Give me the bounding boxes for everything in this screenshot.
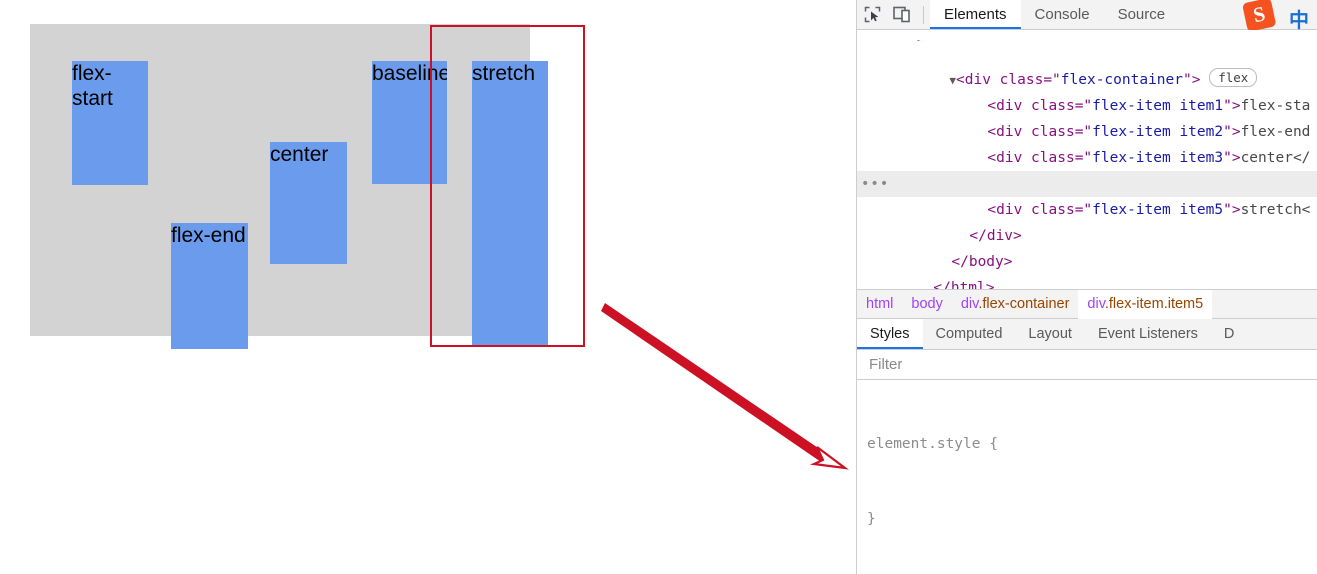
filter-input[interactable] <box>867 355 1276 374</box>
css-rules-list: element.style { } .item5 { align-self: s… <box>857 380 1317 574</box>
breadcrumb-tag: div <box>1087 295 1105 312</box>
dom-line-item5-selected[interactable]: ••• <div class="flex-item item5">stretch< <box>857 171 1317 218</box>
dom-line-flex-container[interactable]: ▼<div class="flex-container"> flex <box>857 41 1317 88</box>
annotation-rectangle <box>430 25 585 347</box>
inspect-cursor-icon[interactable] <box>857 1 887 29</box>
tab-console[interactable]: Console <box>1021 0 1104 29</box>
tab-layout[interactable]: Layout <box>1015 319 1085 349</box>
dom-line-item1[interactable]: <div class="flex-item item1">flex-sta <box>857 67 1317 114</box>
tab-event-listeners[interactable]: Event Listeners <box>1085 319 1211 349</box>
styles-pane-tabs: Styles Computed Layout Event Listeners D <box>857 319 1317 350</box>
breadcrumb-item-body[interactable]: body <box>902 290 951 319</box>
dom-line-close-div[interactable]: </div> <box>857 197 1317 244</box>
breadcrumb-tag: div <box>960 295 979 312</box>
breadcrumb-tag: html <box>866 295 894 312</box>
breadcrumb: html body div.flex-container div.flex-it… <box>857 289 1317 319</box>
breadcrumb-item-html[interactable]: html <box>857 290 902 319</box>
css-rule-selector[interactable]: element.style { <box>867 432 1317 457</box>
css-rule-element-style[interactable]: element.style { } <box>857 382 1317 574</box>
dom-line-close-body[interactable]: </body> <box>857 223 1317 270</box>
css-rule-close: } <box>867 511 876 527</box>
dom-line-close-html[interactable]: </html> <box>857 249 1317 289</box>
tab-styles[interactable]: Styles <box>857 319 923 349</box>
tab-computed[interactable]: Computed <box>923 319 1016 349</box>
breadcrumb-item-flex-container[interactable]: div.flex-container <box>952 290 1079 319</box>
tab-dom-breakpoints[interactable]: D <box>1211 319 1247 349</box>
ime-mode-glyph[interactable]: 中 <box>1289 4 1309 33</box>
flex-item-flex-start: flex-start <box>72 61 148 185</box>
flex-item-center: center <box>270 142 347 264</box>
styles-filter-bar <box>857 350 1317 380</box>
tab-elements[interactable]: Elements <box>930 0 1021 29</box>
dom-line-partial: > <box>857 31 1317 41</box>
tab-sources[interactable]: Source <box>1104 0 1180 29</box>
breadcrumb-tag: body <box>911 295 943 312</box>
dom-line-item2[interactable]: <div class="flex-item item2">flex-end <box>857 93 1317 140</box>
device-toolbar-icon[interactable] <box>887 1 917 29</box>
ime-logo-letter: S <box>1250 1 1268 28</box>
flex-item-flex-end: flex-end <box>171 223 248 349</box>
breadcrumb-item-item5[interactable]: div.flex-item.item5 <box>1078 289 1213 319</box>
dom-line-item4[interactable]: <div class="flex-item item4">baseline <box>857 145 1317 192</box>
toolbar-divider <box>923 5 924 24</box>
devtools-panel: Elements Console Source S 中 > ▼<div clas… <box>856 0 1317 574</box>
breadcrumb-class: .flex-item.item5 <box>1104 295 1204 312</box>
rendered-page-pane: flex-start flex-end center baseline stre… <box>0 0 856 574</box>
node-more-options-icon[interactable]: ••• <box>861 171 889 197</box>
dom-close-tag: </html> <box>933 280 995 289</box>
dom-tree[interactable]: > ▼<div class="flex-container"> flex <di… <box>857 30 1317 289</box>
annotation-arrow-icon <box>601 303 850 470</box>
devtools-toolbar: Elements Console Source S 中 <box>857 0 1317 33</box>
dom-line-item3[interactable]: <div class="flex-item item3">center</ <box>857 119 1317 166</box>
breadcrumb-class: .flex-container <box>978 295 1070 312</box>
